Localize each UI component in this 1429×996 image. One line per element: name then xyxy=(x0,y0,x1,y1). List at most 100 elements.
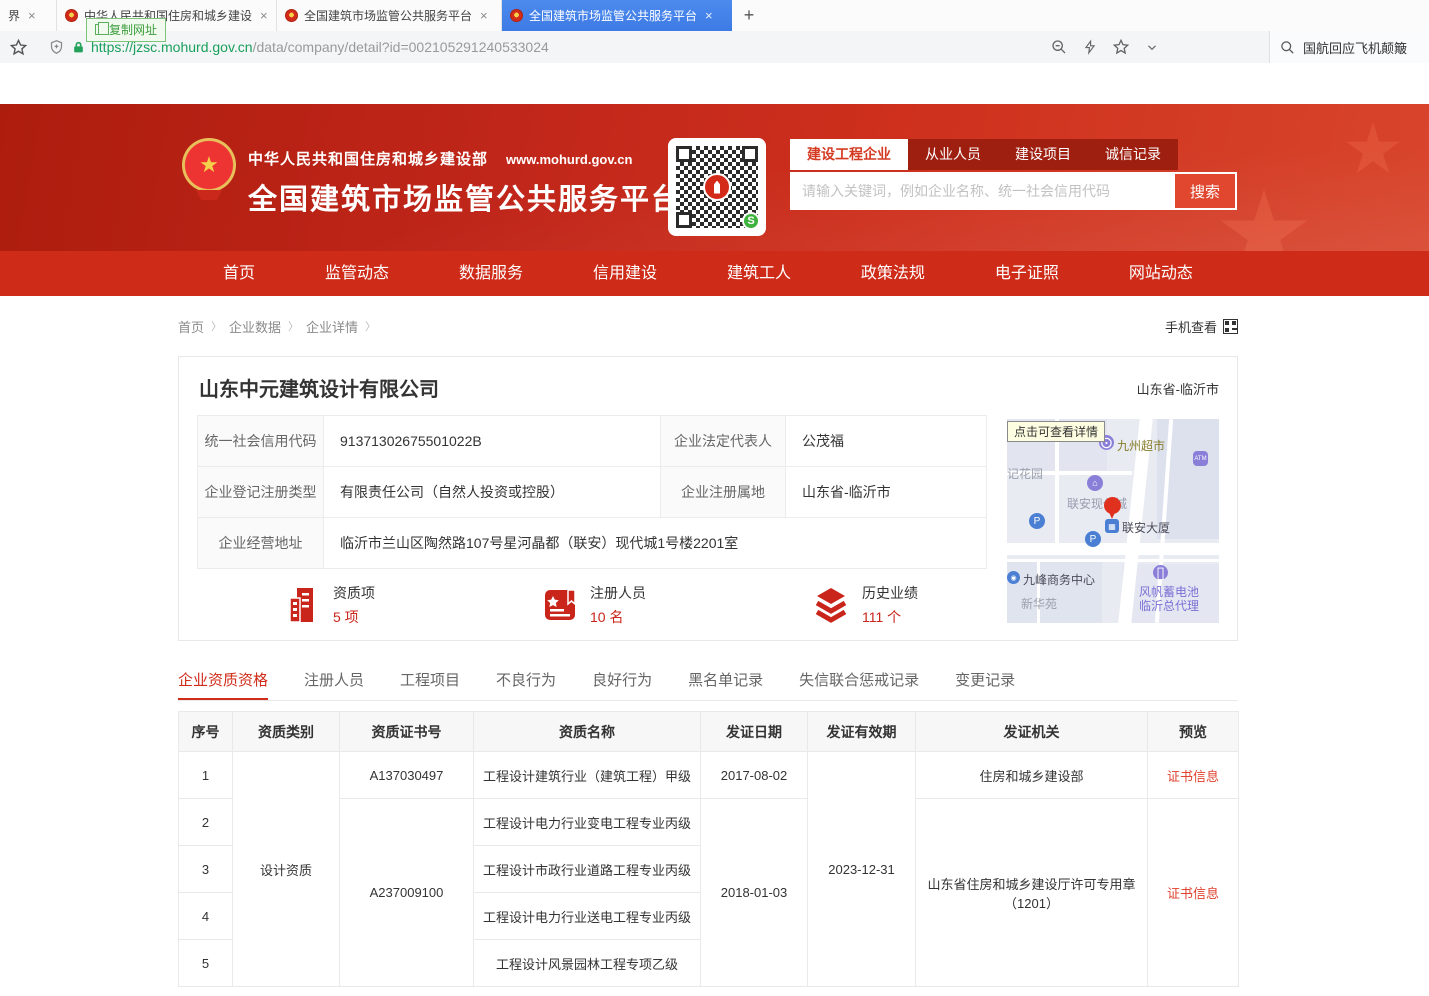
browser-tab-bar: 界 × 中华人民共和国住房和城乡建设 × 全国建筑市场监管公共服务平台 × 全国… xyxy=(0,0,1429,31)
certificate-info-link[interactable]: 证书信息 xyxy=(1167,769,1219,784)
stat-value: 10 名 xyxy=(590,607,646,627)
table-header-row: 序号 资质类别 资质证书号 资质名称 发证日期 发证有效期 发证机关 预览 xyxy=(179,712,1239,752)
nav-item-credit[interactable]: 信用建设 xyxy=(593,251,657,296)
nav-item-site-news[interactable]: 网站动态 xyxy=(1129,251,1193,296)
nav-item-home[interactable]: 首页 xyxy=(223,251,255,296)
nav-item-policy[interactable]: 政策法规 xyxy=(861,251,925,296)
main-nav: 首页 监管动态 数据服务 信用建设 建筑工人 政策法规 电子证照 网站动态 xyxy=(0,251,1429,296)
qualification-table: 序号 资质类别 资质证书号 资质名称 发证日期 发证有效期 发证机关 预览 1 … xyxy=(178,711,1239,987)
company-stats: 资质项 5 项 注册人员 10 名 xyxy=(197,583,997,633)
stat-label: 资质项 xyxy=(333,583,375,603)
stat-value: 111 个 xyxy=(862,607,918,627)
authority-cell: 住房和城乡建设部 xyxy=(916,752,1148,799)
browser-url-bar: https://jzsc.mohurd.gov.cn/data/company/… xyxy=(0,31,1429,63)
breadcrumb-company-data[interactable]: 企业数据 xyxy=(229,317,281,336)
site-banner: ★ 中华人民共和国住房和城乡建设部www.mohurd.gov.cn 全国建筑市… xyxy=(0,104,1429,251)
reg-region-value: 山东省-临沂市 xyxy=(786,467,987,518)
company-region: 山东省-临沂市 xyxy=(1137,379,1219,398)
tab-bad-behavior[interactable]: 不良行为 xyxy=(496,669,556,700)
certificate-book-icon xyxy=(542,586,578,624)
site-qr-code: S xyxy=(668,138,766,236)
location-pin-icon xyxy=(1104,497,1121,514)
chevron-down-icon[interactable] xyxy=(1145,40,1159,54)
map-tooltip: 点击可查看详情 xyxy=(1007,421,1105,442)
nav-item-e-license[interactable]: 电子证照 xyxy=(995,251,1059,296)
company-name: 山东中元建筑设计有限公司 xyxy=(199,373,439,402)
flash-icon[interactable] xyxy=(1083,39,1097,55)
stat-value: 5 项 xyxy=(333,607,375,627)
mobile-qr-icon[interactable] xyxy=(1223,319,1238,334)
breadcrumb-company-detail[interactable]: 企业详情 xyxy=(306,317,358,336)
nav-item-workers[interactable]: 建筑工人 xyxy=(727,251,791,296)
tab-registered-personnel[interactable]: 注册人员 xyxy=(304,669,364,700)
tab-title: 界 xyxy=(8,7,20,24)
search-tab-enterprise[interactable]: 建设工程企业 xyxy=(790,139,908,170)
col-authority: 发证机关 xyxy=(916,712,1148,752)
tab-change-records[interactable]: 变更记录 xyxy=(955,669,1015,700)
col-category: 资质类别 xyxy=(233,712,340,752)
tab-blacklist[interactable]: 黑名单记录 xyxy=(688,669,763,700)
shield-icon[interactable] xyxy=(49,39,64,55)
atm-poi-icon: ATM xyxy=(1193,451,1208,466)
field-label: 企业登记注册类型 xyxy=(198,467,324,518)
map-label: 记花园 xyxy=(1007,465,1043,482)
breadcrumb-home[interactable]: 首页 xyxy=(178,317,204,336)
tab-close-icon[interactable]: × xyxy=(28,8,36,23)
stat-label: 注册人员 xyxy=(590,583,646,603)
tab-dishonesty-records[interactable]: 失信联合惩戒记录 xyxy=(799,669,919,700)
tab-title: 全国建筑市场监管公共服务平台 xyxy=(529,7,697,24)
tab-close-icon[interactable]: × xyxy=(260,8,268,23)
zoom-out-icon[interactable] xyxy=(1051,39,1067,55)
nav-item-supervision[interactable]: 监管动态 xyxy=(325,251,389,296)
emblem-favicon-icon xyxy=(285,9,298,22)
search-tab-credit[interactable]: 诚信记录 xyxy=(1088,139,1178,170)
search-tab-project[interactable]: 建设项目 xyxy=(998,139,1088,170)
qual-name-cell: 工程设计风景园林工程专项乙级 xyxy=(474,940,701,987)
search-tab-personnel[interactable]: 从业人员 xyxy=(908,139,998,170)
tab-good-behavior[interactable]: 良好行为 xyxy=(592,669,652,700)
battery-poi-icon: ▯ xyxy=(1153,565,1168,580)
col-cert-no: 资质证书号 xyxy=(340,712,474,752)
news-search-text: 国航回应飞机颠簸 xyxy=(1303,38,1407,57)
tab-close-icon[interactable]: × xyxy=(480,8,488,23)
validity-cell: 2023-12-31 xyxy=(808,752,916,987)
secure-lock-icon xyxy=(72,40,85,55)
field-label: 统一社会信用代码 xyxy=(198,416,324,467)
browser-tab-partial[interactable]: 界 × xyxy=(0,0,57,31)
parking-poi-icon: P xyxy=(1029,513,1045,529)
nav-item-data-service[interactable]: 数据服务 xyxy=(459,251,523,296)
field-label: 企业经营地址 xyxy=(198,518,324,569)
search-button[interactable]: 搜索 xyxy=(1175,174,1235,208)
tab-projects[interactable]: 工程项目 xyxy=(400,669,460,700)
tab-close-icon[interactable]: × xyxy=(705,8,713,23)
stat-label: 历史业绩 xyxy=(862,583,918,603)
new-tab-button[interactable]: + xyxy=(732,0,766,31)
tab-qualifications[interactable]: 企业资质资格 xyxy=(178,669,268,700)
ministry-name: 中华人民共和国住房和城乡建设部 xyxy=(248,151,488,168)
favorite-star-icon[interactable] xyxy=(1113,39,1129,55)
company-location-map[interactable]: 点击可查看详情 ⊙ 九州超市 ATM 记花园 ⌂ 联安现代城 ▦ 联安大厦 P … xyxy=(1007,419,1219,623)
stat-history-performance: 历史业绩 111 个 xyxy=(812,583,918,627)
wechat-mini-program-icon: S xyxy=(742,212,760,230)
detail-tabs: 企业资质资格 注册人员 工程项目 不良行为 良好行为 黑名单记录 失信联合惩戒记… xyxy=(178,669,1238,701)
map-label: 新华苑 xyxy=(1021,595,1057,612)
mobile-view-label[interactable]: 手机查看 xyxy=(1165,317,1217,336)
browser-tab-jzsc-1[interactable]: 全国建筑市场监管公共服务平台 × xyxy=(277,0,502,31)
keyword-search-input[interactable] xyxy=(790,172,1237,210)
credit-code-value: 91371302675501022B xyxy=(324,416,661,467)
field-label: 企业注册属地 xyxy=(661,467,786,518)
qual-name-cell: 工程设计电力行业送电工程专业丙级 xyxy=(474,893,701,940)
breadcrumb: 首页 〉 企业数据 〉 企业详情 〉 手机查看 xyxy=(178,316,1238,336)
qual-name-cell: 工程设计建筑行业（建筑工程）甲级 xyxy=(474,752,701,799)
bookmark-star-icon[interactable] xyxy=(10,39,27,56)
news-search-box[interactable]: 国航回应飞机颠簸 xyxy=(1269,31,1429,63)
cert-no-cell: A137030497 xyxy=(340,752,474,799)
seq-cell: 5 xyxy=(179,940,233,987)
site-title-block: 中华人民共和国住房和城乡建设部www.mohurd.gov.cn 全国建筑市场监… xyxy=(248,148,682,218)
qr-pattern-icon: S xyxy=(676,146,758,228)
stat-registered-personnel: 注册人员 10 名 xyxy=(542,583,646,627)
seq-cell: 4 xyxy=(179,893,233,940)
copy-icon xyxy=(95,24,104,35)
certificate-info-link[interactable]: 证书信息 xyxy=(1167,886,1219,901)
browser-tab-active[interactable]: 全国建筑市场监管公共服务平台 × xyxy=(502,0,732,31)
